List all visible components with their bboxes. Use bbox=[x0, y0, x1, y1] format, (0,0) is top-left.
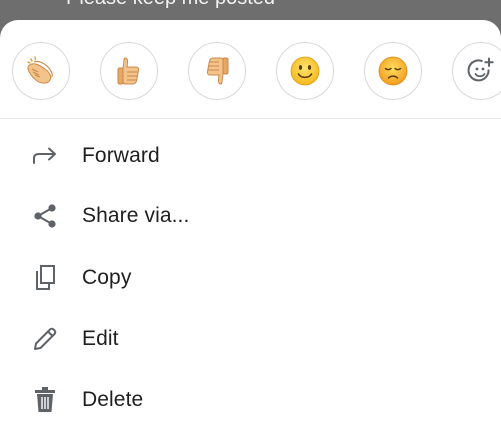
message-actions-sheet: Forward Share via... Copy Edit Delete bbox=[0, 20, 501, 440]
thumbs-up-icon bbox=[117, 57, 140, 85]
clapping-hands-icon bbox=[27, 56, 53, 84]
reaction-smiling-face[interactable] bbox=[276, 42, 334, 100]
menu-item-delete[interactable]: Delete bbox=[0, 370, 501, 430]
chat-message-text: Please keep me posted bbox=[66, 0, 275, 10]
share-icon bbox=[30, 201, 60, 231]
copy-icon bbox=[30, 263, 60, 293]
thumbs-down-icon bbox=[206, 57, 229, 85]
menu-label-copy: Copy bbox=[82, 266, 132, 289]
add-reaction-icon bbox=[467, 57, 494, 82]
reaction-thumbs-up[interactable] bbox=[100, 42, 158, 100]
reaction-add-more[interactable] bbox=[452, 42, 501, 100]
menu-label-share: Share via... bbox=[82, 204, 190, 227]
menu-item-edit[interactable]: Edit bbox=[0, 309, 501, 369]
menu-item-forward[interactable]: Forward bbox=[0, 126, 501, 186]
menu-label-delete: Delete bbox=[82, 388, 144, 411]
smiling-face-icon bbox=[290, 56, 320, 86]
reaction-disappointed-face[interactable] bbox=[364, 42, 422, 100]
reaction-clapping-hands[interactable] bbox=[12, 42, 70, 100]
menu-label-forward: Forward bbox=[82, 144, 160, 167]
menu-label-edit: Edit bbox=[82, 327, 119, 350]
forward-arrow-icon bbox=[30, 141, 60, 171]
trash-icon bbox=[30, 385, 60, 415]
menu-item-copy[interactable]: Copy bbox=[0, 248, 501, 308]
reaction-bar bbox=[0, 20, 501, 119]
pencil-icon bbox=[30, 324, 60, 354]
disappointed-face-icon bbox=[378, 56, 408, 86]
reaction-thumbs-down[interactable] bbox=[188, 42, 246, 100]
menu-item-share[interactable]: Share via... bbox=[0, 186, 501, 246]
